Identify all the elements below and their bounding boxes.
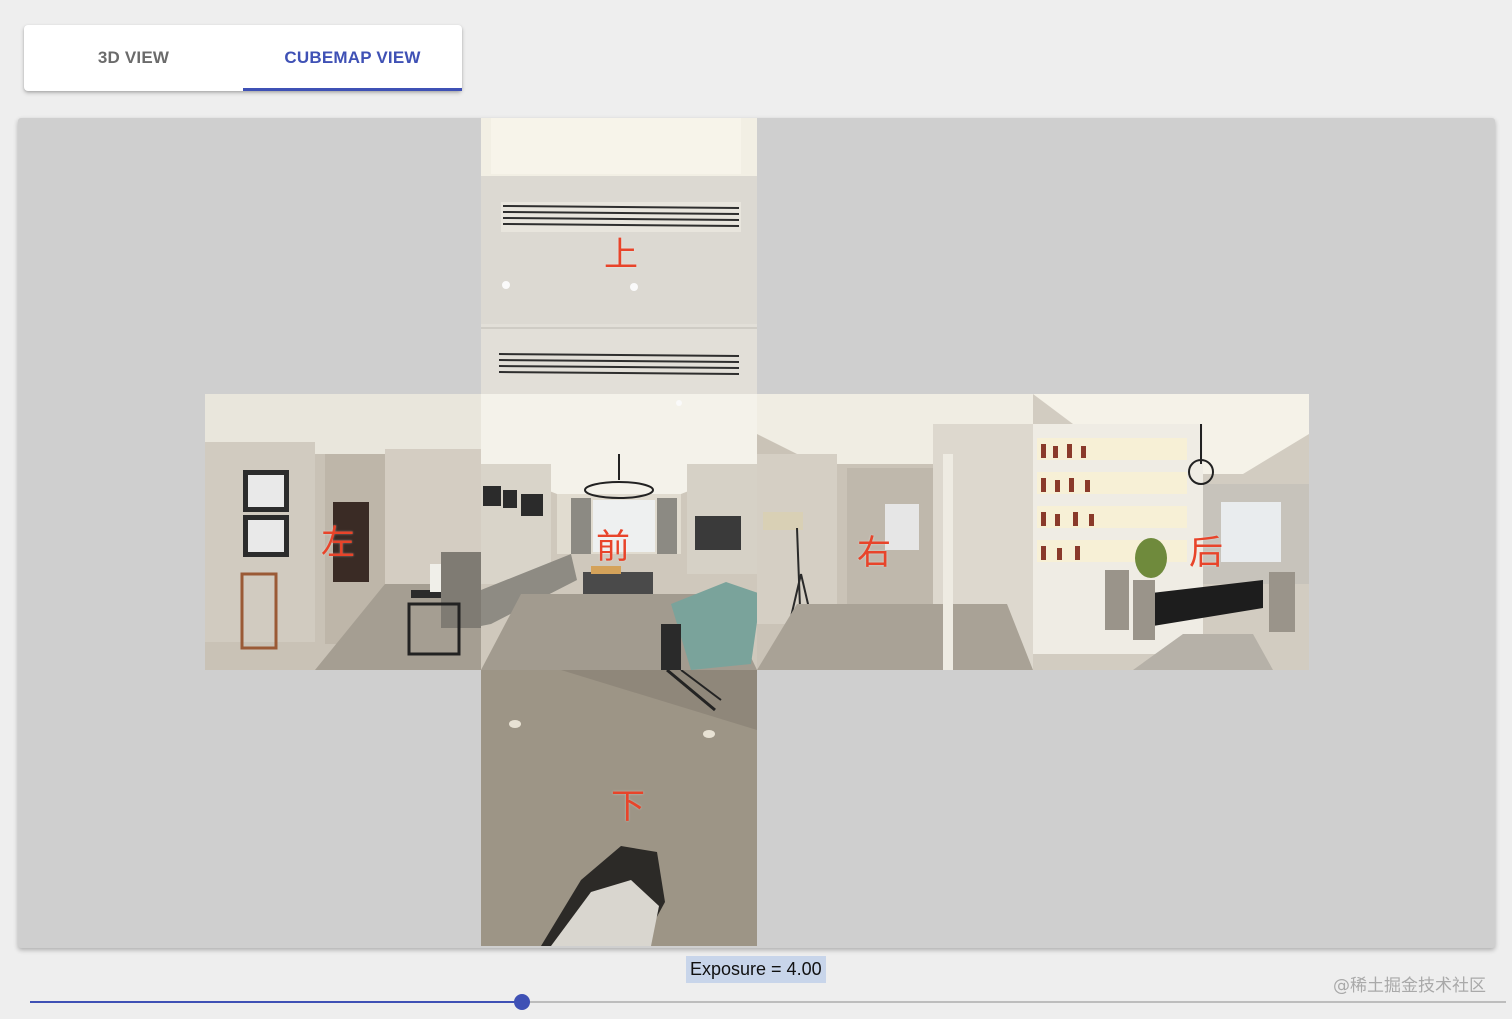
cubemap-face-back: 后: [1033, 394, 1309, 670]
cubemap-panel: 上 左 前 右 后 下: [18, 118, 1495, 948]
view-tabs: 3D VIEW CUBEMAP VIEW: [24, 25, 462, 91]
face-label-back: 后: [1189, 533, 1223, 573]
cubemap-face-left: 左: [205, 394, 481, 670]
watermark: @稀土掘金技术社区: [1333, 976, 1486, 996]
face-label-front: 前: [596, 527, 630, 567]
tab-cubemap-view[interactable]: CUBEMAP VIEW: [243, 25, 462, 91]
face-label-bottom: 下: [611, 787, 645, 827]
cubemap-face-right: 右: [757, 394, 1033, 670]
cubemap-face-top: 上: [481, 118, 757, 394]
face-label-top: 上: [604, 235, 638, 275]
cubemap-face-bottom: 下: [481, 670, 757, 946]
exposure-slider[interactable]: [30, 992, 1506, 1012]
tab-3d-view[interactable]: 3D VIEW: [24, 25, 243, 91]
cubemap-face-front: 前: [481, 394, 757, 670]
slider-track: [30, 1001, 522, 1003]
face-label-right: 右: [857, 533, 891, 573]
slider-thumb[interactable]: [514, 994, 530, 1010]
exposure-readout: Exposure = 4.00: [686, 956, 826, 983]
face-label-left: 左: [321, 523, 355, 563]
